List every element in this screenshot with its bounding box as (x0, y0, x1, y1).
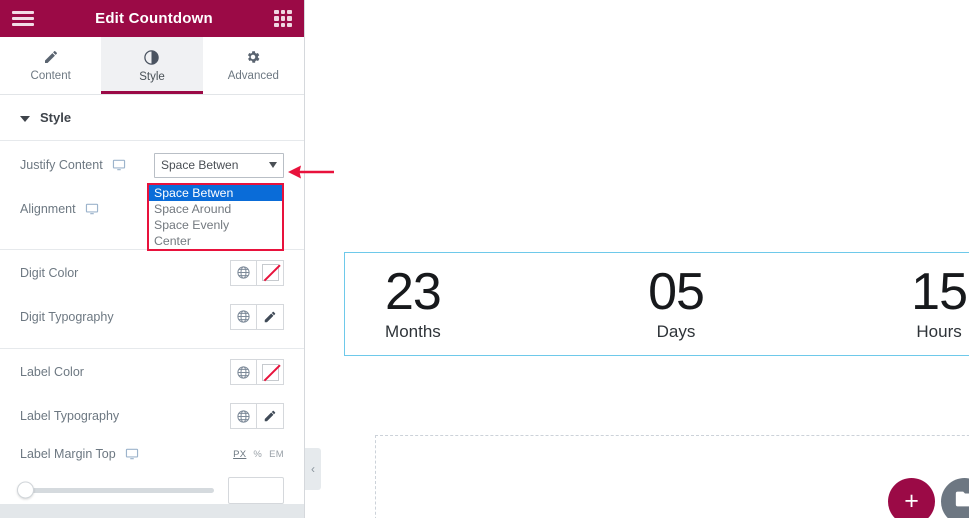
unit-percent[interactable]: % (253, 449, 262, 460)
countdown-unit-hours: 15 Hours (911, 262, 968, 342)
countdown-label: Hours (916, 322, 962, 342)
chevron-down-icon (20, 115, 30, 122)
globe-icon[interactable] (230, 359, 257, 385)
label-margin-top-slider-row (0, 471, 304, 504)
countdown-digit: 23 (385, 262, 442, 321)
dropdown-option-space-around[interactable]: Space Around (149, 201, 282, 217)
slider-handle[interactable] (17, 481, 34, 499)
panel-header: Edit Countdown (0, 0, 304, 37)
dropdown-option-space-evenly[interactable]: Space Evenly (149, 217, 282, 233)
unit-px[interactable]: PX (233, 449, 246, 460)
countdown-label: Days (656, 322, 696, 342)
no-color-swatch-icon[interactable] (257, 359, 284, 385)
swatch-empty (261, 264, 279, 281)
tab-style[interactable]: Style (101, 37, 203, 94)
globe-icon[interactable] (230, 403, 257, 429)
countdown-digit: 05 (648, 262, 705, 321)
tab-content-label: Content (30, 70, 71, 82)
swatch-empty (261, 363, 279, 381)
control-label-margin-top: Label Margin Top PX % EM (0, 437, 304, 471)
control-digit-typography: Digit Typography (0, 295, 304, 338)
panel-tabs: Content Style Advanced (0, 37, 304, 95)
editor-panel: Edit Countdown Content Style Advanced St… (0, 0, 305, 518)
control-justify-content: Justify Content Space Betwen (0, 141, 304, 189)
label-color-label: Label Color (20, 365, 84, 379)
unit-em[interactable]: EM (269, 449, 284, 460)
contrast-icon (143, 49, 160, 66)
pencil-icon (43, 49, 59, 65)
globe-icon[interactable] (230, 303, 257, 330)
justify-content-value: Space Betwen (161, 158, 239, 172)
dropdown-option-space-betwen[interactable]: Space Betwen (149, 185, 282, 201)
digit-color-label: Digit Color (20, 265, 79, 280)
hamburger-icon[interactable] (12, 11, 34, 26)
desktop-monitor-icon[interactable] (112, 158, 126, 172)
countdown-label: Months (385, 322, 441, 342)
justify-content-dropdown-list[interactable]: Space Betwen Space Around Space Evenly C… (147, 183, 284, 251)
plus-icon: + (904, 487, 919, 515)
control-label-typography: Label Typography (0, 395, 304, 437)
chevron-down-icon (269, 162, 277, 168)
digit-typography-label: Digit Typography (20, 309, 114, 324)
justify-content-label: Justify Content (20, 158, 103, 172)
digit-typography-buttons (230, 303, 284, 330)
grid-apps-icon[interactable] (274, 9, 292, 28)
countdown-unit-months: 23 Months (385, 262, 442, 342)
control-label-color: Label Color (0, 349, 304, 395)
control-digit-color: Digit Color (0, 250, 304, 295)
label-color-buttons (230, 359, 284, 385)
alignment-label: Alignment (20, 202, 76, 216)
section-header-style[interactable]: Style (0, 95, 304, 141)
digit-color-buttons (230, 259, 284, 286)
label-typography-buttons (230, 403, 284, 429)
pencil-icon[interactable] (257, 403, 284, 429)
label-margin-top-slider[interactable] (17, 481, 214, 499)
gear-icon (245, 49, 261, 65)
countdown-widget[interactable]: 23 Months 05 Days 15 Hours (344, 252, 969, 356)
unit-switcher: PX % EM (233, 449, 284, 460)
desktop-monitor-icon[interactable] (85, 202, 99, 216)
add-widget-button[interactable]: + (888, 478, 935, 518)
page-title: Edit Countdown (95, 10, 213, 27)
folder-icon (954, 488, 969, 515)
justify-content-select[interactable]: Space Betwen (154, 152, 284, 178)
countdown-digit: 15 (911, 262, 968, 321)
tab-style-label: Style (139, 70, 165, 83)
tab-advanced-label: Advanced (227, 70, 279, 82)
tab-content[interactable]: Content (0, 37, 102, 94)
label-margin-top-input[interactable] (228, 476, 284, 504)
desktop-monitor-icon[interactable] (125, 447, 139, 461)
label-margin-top-label: Label Margin Top (20, 447, 116, 461)
justify-content-select-wrap: Space Betwen (154, 152, 284, 178)
dropdown-option-center[interactable]: Center (149, 233, 282, 249)
globe-icon[interactable] (230, 259, 257, 286)
app-root: Edit Countdown Content Style Advanced St… (0, 0, 969, 518)
label-typography-label: Label Typography (20, 409, 120, 423)
tab-advanced[interactable]: Advanced (202, 37, 304, 94)
widget-drop-zone[interactable] (375, 435, 969, 518)
chevron-left-icon: ‹ (311, 462, 315, 476)
countdown-unit-days: 05 Days (648, 262, 705, 342)
pencil-icon[interactable] (257, 303, 284, 330)
editor-canvas: ‹ 23 Months 05 Days 15 Hours + (305, 0, 969, 518)
no-color-swatch-icon[interactable] (257, 259, 284, 286)
panel-footer (0, 504, 304, 518)
arrow-left-annotation (286, 163, 336, 186)
panel-collapse-handle[interactable]: ‹ (305, 448, 321, 490)
section-title: Style (40, 110, 72, 125)
